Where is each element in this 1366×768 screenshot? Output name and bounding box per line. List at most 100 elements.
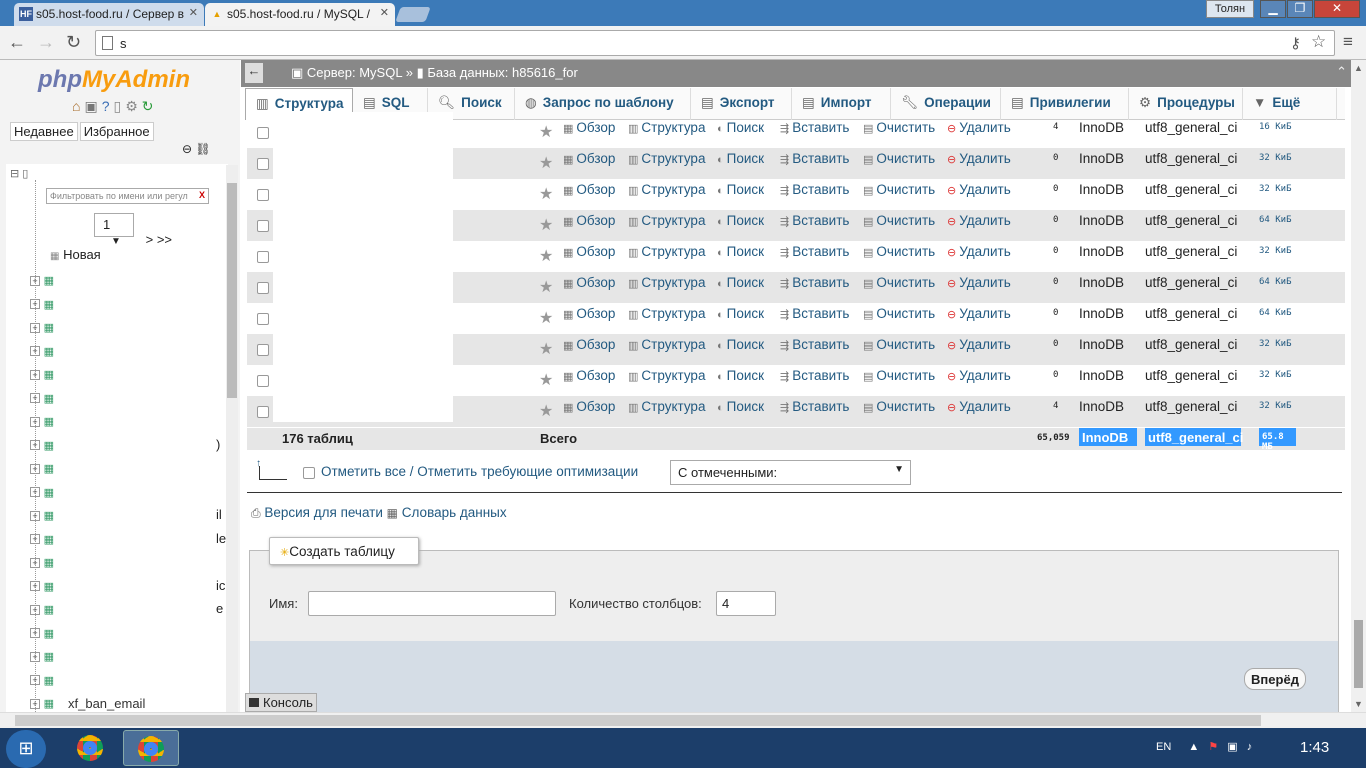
drop-link[interactable]: ⊖ Удалить xyxy=(947,120,1011,135)
row-checkbox[interactable] xyxy=(257,313,269,325)
next-page-link[interactable]: > >> xyxy=(146,232,172,247)
tree-item[interactable]: + ▦ xyxy=(30,531,54,555)
drop-link[interactable]: ⊖ Удалить xyxy=(947,399,1011,414)
structure-link[interactable]: ▥ Структура xyxy=(628,368,705,383)
help-icon[interactable]: ? xyxy=(102,98,114,114)
expand-icon[interactable]: + xyxy=(30,487,40,498)
tree-item[interactable]: + ▦ xyxy=(30,625,54,649)
browse-link[interactable]: ▦ Обзор xyxy=(563,244,615,259)
settings-icon[interactable]: ⚙ xyxy=(125,98,142,114)
insert-link[interactable]: ⇶ Вставить xyxy=(780,275,849,290)
tray-up-icon[interactable]: ▲ xyxy=(1188,741,1199,753)
insert-link[interactable]: ⇶ Вставить xyxy=(780,337,849,352)
row-size[interactable]: 64 КиБ xyxy=(1259,215,1292,225)
empty-link[interactable]: ▤ Очистить xyxy=(863,244,935,259)
expand-icon[interactable]: + xyxy=(30,369,40,380)
chrome-active-taskbar-icon[interactable] xyxy=(123,730,179,766)
browse-link[interactable]: ▦ Обзор xyxy=(563,368,615,383)
empty-link[interactable]: ▤ Очистить xyxy=(863,182,935,197)
tab-privileges[interactable]: ▤ Привилегии xyxy=(1001,88,1129,120)
expand-icon[interactable]: + xyxy=(30,651,40,662)
clear-filter-icon[interactable]: X xyxy=(199,190,205,200)
link-icon[interactable]: ⛓ xyxy=(195,142,210,156)
empty-link[interactable]: ▤ Очистить xyxy=(863,275,935,290)
db-name-hidden[interactable] xyxy=(47,164,129,184)
tree-item[interactable]: + ▦ xyxy=(30,413,54,437)
structure-link[interactable]: ▥ Структура xyxy=(628,120,705,135)
tree-item[interactable]: + ▦ xyxy=(30,695,54,712)
table-name-hidden[interactable] xyxy=(273,143,453,174)
empty-link[interactable]: ▤ Очистить xyxy=(863,306,935,321)
drop-link[interactable]: ⊖ Удалить xyxy=(947,368,1011,383)
row-size[interactable]: 32 КиБ xyxy=(1259,339,1292,349)
table-name-hidden[interactable] xyxy=(273,360,453,391)
tab-export[interactable]: ▤ Экспорт xyxy=(691,88,792,120)
table-name-hidden[interactable] xyxy=(273,267,453,298)
insert-link[interactable]: ⇶ Вставить xyxy=(780,151,849,166)
favorite-star-icon[interactable]: ★ xyxy=(539,370,553,390)
browse-link[interactable]: ▦ Обзор xyxy=(563,151,615,166)
breadcrumb-db[interactable]: База данных: h85616_for xyxy=(427,65,577,80)
table-name-input[interactable] xyxy=(308,591,556,616)
drop-link[interactable]: ⊖ Удалить xyxy=(947,275,1011,290)
row-size[interactable]: 32 КиБ xyxy=(1259,246,1292,256)
new-tab-button[interactable] xyxy=(395,7,431,22)
favorite-star-icon[interactable]: ★ xyxy=(539,153,553,173)
num-columns-input[interactable]: 4 xyxy=(716,591,776,616)
browse-link[interactable]: ▦ Обзор xyxy=(563,120,615,135)
search-link[interactable]: ◐ Поиск xyxy=(717,275,764,290)
browser-tab-server[interactable]: HF s05.host-food.ru / Сервер в ✕ xyxy=(14,3,204,26)
row-checkbox[interactable] xyxy=(257,127,269,139)
tree-item[interactable]: + ▦ xyxy=(30,507,54,531)
scrollbar-thumb[interactable] xyxy=(15,715,1261,726)
search-link[interactable]: ◐ Поиск xyxy=(717,151,764,166)
expand-icon[interactable]: + xyxy=(30,534,40,545)
menu-icon[interactable]: ≡ xyxy=(1343,32,1353,52)
clock[interactable]: 1:43 xyxy=(1300,739,1329,756)
expand-icon[interactable]: + xyxy=(30,346,40,357)
expand-icon[interactable]: + xyxy=(30,299,40,310)
collapse-header-icon[interactable]: ⌃ xyxy=(1336,64,1347,80)
insert-link[interactable]: ⇶ Вставить xyxy=(780,213,849,228)
collapse-all-icon[interactable]: ⊖ xyxy=(182,142,192,156)
expand-icon[interactable]: + xyxy=(30,440,40,451)
tree-item[interactable]: + ▦ xyxy=(30,390,54,414)
tab-routines[interactable]: ⚙ Процедуры xyxy=(1129,88,1243,120)
tree-item[interactable]: + ▦ xyxy=(30,484,54,508)
expand-icon[interactable]: + xyxy=(30,628,40,639)
expand-icon[interactable]: + xyxy=(30,557,40,568)
row-checkbox[interactable] xyxy=(257,406,269,418)
search-link[interactable]: ◐ Поиск xyxy=(717,368,764,383)
row-checkbox[interactable] xyxy=(257,344,269,356)
drop-link[interactable]: ⊖ Удалить xyxy=(947,244,1011,259)
close-tab-icon[interactable]: ✕ xyxy=(189,6,198,19)
structure-link[interactable]: ▥ Структура xyxy=(628,337,705,352)
search-link[interactable]: ◐ Поиск xyxy=(717,306,764,321)
horizontal-scrollbar[interactable] xyxy=(0,712,1366,728)
sidebar-scrollbar[interactable] xyxy=(226,165,238,712)
profile-badge[interactable]: Толян xyxy=(1206,0,1254,18)
search-link[interactable]: ◐ Поиск xyxy=(717,244,764,259)
drop-link[interactable]: ⊖ Удалить xyxy=(947,306,1011,321)
insert-link[interactable]: ⇶ Вставить xyxy=(780,306,849,321)
row-size[interactable]: 64 КиБ xyxy=(1259,308,1292,318)
search-link[interactable]: ◐ Поиск xyxy=(717,213,764,228)
expand-icon[interactable]: + xyxy=(30,393,40,404)
tree-item[interactable]: + ▦ xyxy=(30,672,54,696)
empty-link[interactable]: ▤ Очистить xyxy=(863,368,935,383)
row-checkbox[interactable] xyxy=(257,251,269,263)
structure-link[interactable]: ▥ Структура xyxy=(628,182,705,197)
search-link[interactable]: ◐ Поиск xyxy=(717,182,764,197)
maximize-button[interactable]: ❐ xyxy=(1287,0,1313,18)
favorite-star-icon[interactable]: ★ xyxy=(539,339,553,359)
nav-toggle-icon[interactable]: ← xyxy=(245,63,263,83)
drop-link[interactable]: ⊖ Удалить xyxy=(947,182,1011,197)
bookmark-star-icon[interactable]: ☆ xyxy=(1311,32,1326,52)
row-size[interactable]: 32 КиБ xyxy=(1259,370,1292,380)
close-tab-icon[interactable]: ✕ xyxy=(380,6,389,19)
table-name-hidden[interactable] xyxy=(273,298,453,329)
tree-item[interactable]: + ▦ xyxy=(30,460,54,484)
tree-item[interactable]: + ▦ xyxy=(30,648,54,672)
tree-item[interactable]: + ▦ xyxy=(30,319,54,343)
insert-link[interactable]: ⇶ Вставить xyxy=(780,399,849,414)
